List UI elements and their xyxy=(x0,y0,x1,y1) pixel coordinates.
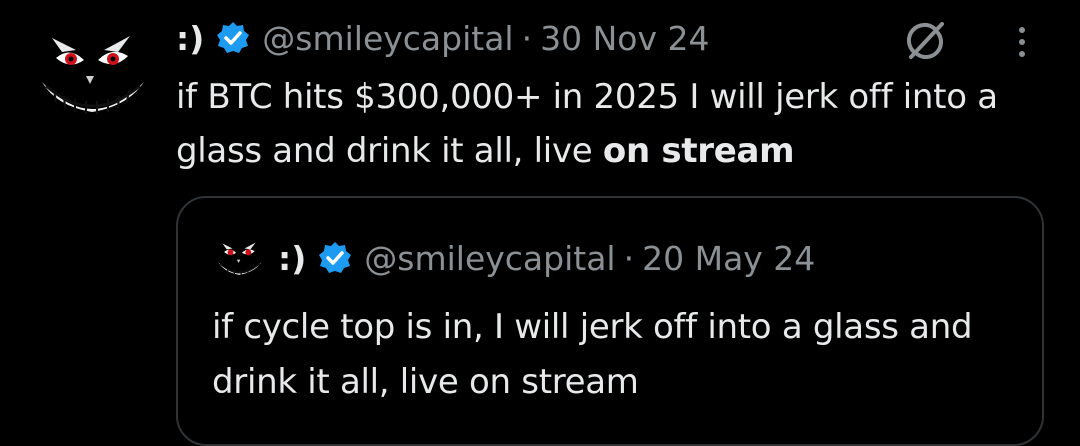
verified-badge-icon xyxy=(216,21,250,55)
tweet-text-bold: on stream xyxy=(603,131,794,171)
quote-header: :) @smileycapital · 20 May 24 xyxy=(278,234,815,282)
quoted-tweet[interactable]: :) @smileycapital · 20 May 24 if cycle t… xyxy=(176,196,1044,446)
quote-date[interactable]: 20 May 24 xyxy=(642,239,815,278)
grinning-face-avatar-icon xyxy=(32,18,150,136)
tweet-header: :) @smileycapital · 30 Nov 24 xyxy=(176,14,709,62)
avatar[interactable] xyxy=(32,18,150,136)
more-options-icon[interactable] xyxy=(1010,22,1034,66)
separator-dot: · xyxy=(522,19,533,58)
author-name[interactable]: :) xyxy=(176,19,204,58)
grok-icon[interactable] xyxy=(902,16,950,64)
tweet-text: if BTC hits $300,000+ in 2025 I will jer… xyxy=(176,70,1056,178)
tweet[interactable]: :) @smileycapital · 30 Nov 24 if BTC hit… xyxy=(0,0,1080,429)
quote-author-handle[interactable]: @smileycapital xyxy=(364,239,615,278)
author-handle[interactable]: @smileycapital xyxy=(262,19,513,58)
quote-avatar[interactable] xyxy=(214,235,264,285)
verified-badge-icon xyxy=(318,241,352,275)
separator-dot: · xyxy=(624,239,635,278)
grinning-face-avatar-icon xyxy=(214,235,264,285)
tweet-text-plain: if BTC hits $300,000+ in 2025 I will jer… xyxy=(176,77,998,171)
quote-author-name[interactable]: :) xyxy=(278,239,306,278)
tweet-date[interactable]: 30 Nov 24 xyxy=(540,19,709,58)
quote-text: if cycle top is in, I will jerk off into… xyxy=(212,300,1012,410)
